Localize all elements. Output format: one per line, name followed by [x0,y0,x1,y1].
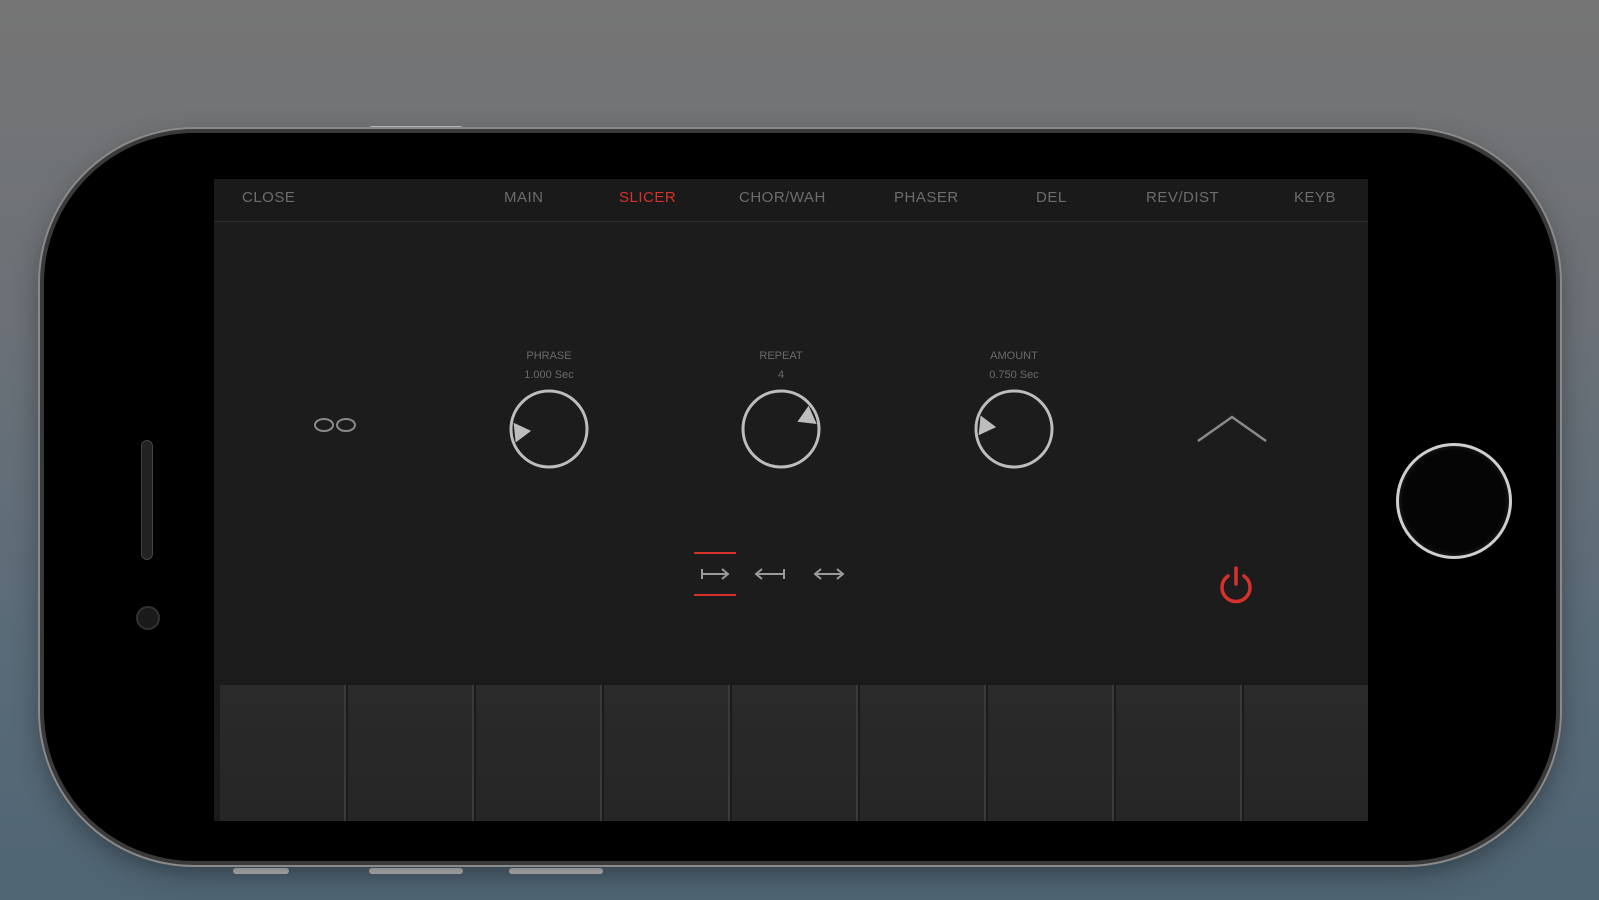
knob-label: PHRASE 1.000 Sec [479,347,619,385]
arrow-both-icon[interactable] [809,551,849,597]
key-pad[interactable] [220,685,346,821]
chevron-up-icon[interactable] [1194,411,1270,445]
amount-knob[interactable] [972,387,1056,471]
phrase-label: PHRASE [526,350,572,362]
repeat-value: 4 [777,369,785,381]
amount-label: AMOUNT [990,350,1038,362]
key-pad[interactable] [732,685,858,821]
arrow-left-icon[interactable] [750,551,790,597]
mute-switch [369,126,463,132]
key-pad[interactable] [1116,685,1242,821]
tab-bar: CLOSE MAIN SLICER CHOR/WAH PHASER DEL RE… [214,179,1368,222]
key-pad[interactable] [988,685,1114,821]
earpiece-speaker [141,440,153,560]
amount-value: 0.750 Sec [989,369,1039,381]
key-pad[interactable] [860,685,986,821]
repeat-knob[interactable] [739,387,823,471]
key-pad[interactable] [348,685,474,821]
key-pad[interactable] [476,685,602,821]
phrase-knob[interactable] [507,387,591,471]
tab-keyb[interactable]: KEYB [1294,189,1336,206]
key-pad[interactable] [1244,685,1368,821]
arrow-right-icon[interactable] [692,551,738,597]
knob-label: REPEAT 4 [711,347,851,385]
volume-button [233,868,289,874]
tab-phaser[interactable]: PHASER [894,189,959,206]
volume-button [369,868,463,874]
knob-label: AMOUNT 0.750 Sec [944,347,1084,385]
close-button[interactable]: CLOSE [242,189,295,206]
front-camera [136,606,160,630]
repeat-label: REPEAT [759,350,803,362]
tab-rev-dist[interactable]: REV/DIST [1146,189,1219,206]
home-button[interactable] [1396,443,1512,559]
tab-del[interactable]: DEL [1036,189,1067,206]
app-screen: CLOSE MAIN SLICER CHOR/WAH PHASER DEL RE… [214,179,1368,821]
link-icon[interactable] [310,415,360,435]
power-icon[interactable] [1216,564,1256,606]
volume-button [509,868,603,874]
tab-chor-wah[interactable]: CHOR/WAH [739,189,826,206]
key-pad[interactable] [604,685,730,821]
tab-main[interactable]: MAIN [504,189,544,206]
tab-slicer[interactable]: SLICER [619,189,676,206]
phrase-value: 1.000 Sec [524,369,574,381]
keyboard-area [214,679,1368,821]
